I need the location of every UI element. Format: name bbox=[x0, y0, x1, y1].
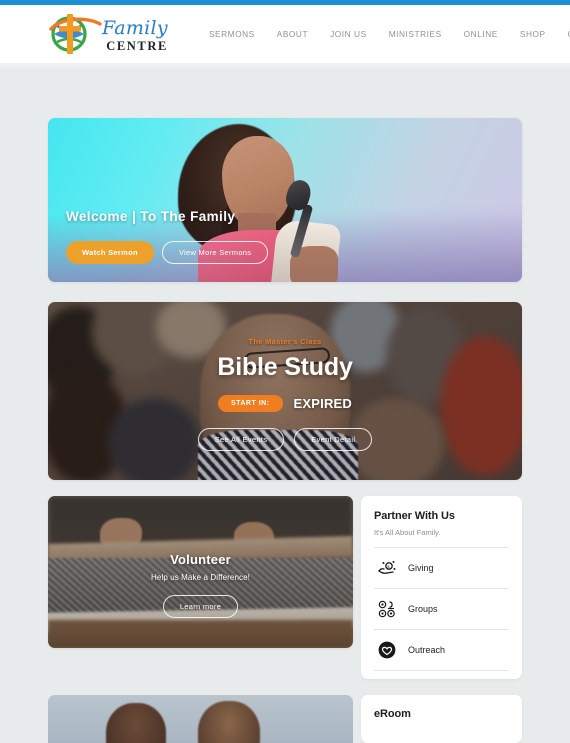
partner-item-groups[interactable]: Groups bbox=[374, 589, 509, 630]
volunteer-content: Volunteer Help us Make a Difference! Lea… bbox=[48, 496, 353, 648]
learn-more-button[interactable]: Learn more bbox=[162, 595, 239, 618]
page-content: Welcome | To The Family Watch Sermon Vie… bbox=[0, 118, 570, 743]
volunteer-title: Volunteer bbox=[170, 552, 231, 567]
event-kicker: The Master's Class bbox=[248, 337, 322, 346]
partner-list: $ Giving Groups Outreach bbox=[374, 548, 509, 671]
countdown-value: EXPIRED bbox=[293, 396, 353, 411]
nav-item-give-online[interactable]: GIVE ONLINE bbox=[557, 29, 570, 39]
hero-title: Welcome | To The Family bbox=[66, 209, 236, 224]
partner-item-giving[interactable]: $ Giving bbox=[374, 548, 509, 589]
partner-column: Partner With Us It's All About Family. $ bbox=[361, 496, 522, 679]
partner-item-label: Outreach bbox=[408, 645, 446, 655]
partner-title: Partner With Us bbox=[374, 510, 455, 522]
partner-item-label: Giving bbox=[408, 563, 434, 573]
nav-item-ministries[interactable]: MINISTRIES bbox=[378, 29, 453, 39]
event-buttons: See All Events Event Detail bbox=[197, 428, 373, 451]
main-navigation: SERMONS ABOUT JOIN US MINISTRIES ONLINE … bbox=[198, 29, 570, 39]
watch-sermon-button[interactable]: Watch Sermon bbox=[66, 241, 154, 264]
hand-coins-icon: $ bbox=[377, 558, 397, 578]
nav-item-sermons[interactable]: SERMONS bbox=[198, 29, 266, 39]
volunteer-card[interactable]: Volunteer Help us Make a Difference! Lea… bbox=[48, 496, 353, 648]
volunteer-subtitle: Help us Make a Difference! bbox=[151, 573, 250, 582]
hero-buttons: Watch Sermon View More Sermons bbox=[66, 241, 269, 264]
partner-item-label: Groups bbox=[408, 604, 438, 614]
bottom-row: eRoom bbox=[48, 695, 522, 743]
event-title: Bible Study bbox=[217, 353, 353, 381]
nav-item-about[interactable]: ABOUT bbox=[266, 29, 319, 39]
countdown-label-badge: START IN: bbox=[217, 395, 283, 412]
nav-item-shop[interactable]: SHOP bbox=[509, 29, 557, 39]
nav-item-join-us[interactable]: JOIN US bbox=[319, 29, 378, 39]
bottom-person-right bbox=[198, 701, 260, 743]
partner-item-outreach[interactable]: Outreach bbox=[374, 630, 509, 671]
partner-with-us-card: Partner With Us It's All About Family. $ bbox=[361, 496, 522, 679]
event-content: The Master's Class Bible Study START IN:… bbox=[48, 302, 522, 480]
hero-content: Welcome | To The Family Watch Sermon Vie… bbox=[66, 209, 269, 264]
logo-family-text: Family bbox=[102, 16, 168, 39]
bottom-image-card[interactable] bbox=[48, 695, 353, 743]
content-row: Volunteer Help us Make a Difference! Lea… bbox=[48, 496, 522, 679]
volunteer-column: Volunteer Help us Make a Difference! Lea… bbox=[48, 496, 353, 679]
eroom-card[interactable]: eRoom bbox=[361, 695, 522, 743]
partner-subtitle: It's All About Family. bbox=[374, 528, 441, 537]
eroom-title: eRoom bbox=[374, 708, 411, 720]
heart-circle-icon bbox=[377, 640, 397, 660]
logo-centre-text: CENTRE bbox=[106, 38, 168, 53]
event-detail-button[interactable]: Event Detail bbox=[294, 428, 373, 451]
bottom-person-left bbox=[106, 703, 166, 743]
view-more-sermons-button[interactable]: View More Sermons bbox=[161, 241, 269, 264]
event-banner[interactable]: The Master's Class Bible Study START IN:… bbox=[48, 302, 522, 480]
hero-banner[interactable]: Welcome | To The Family Watch Sermon Vie… bbox=[48, 118, 522, 282]
event-countdown: START IN: EXPIRED bbox=[217, 395, 353, 412]
nav-item-online[interactable]: ONLINE bbox=[453, 29, 509, 39]
see-all-events-button[interactable]: See All Events bbox=[197, 428, 285, 451]
globe-cross-logo-icon bbox=[48, 11, 106, 57]
site-logo[interactable]: Family CENTRE bbox=[48, 11, 168, 57]
site-header: Family CENTRE SERMONS ABOUT JOIN US MINI… bbox=[0, 5, 570, 69]
svg-text:$: $ bbox=[387, 564, 390, 569]
people-group-icon bbox=[377, 599, 397, 619]
